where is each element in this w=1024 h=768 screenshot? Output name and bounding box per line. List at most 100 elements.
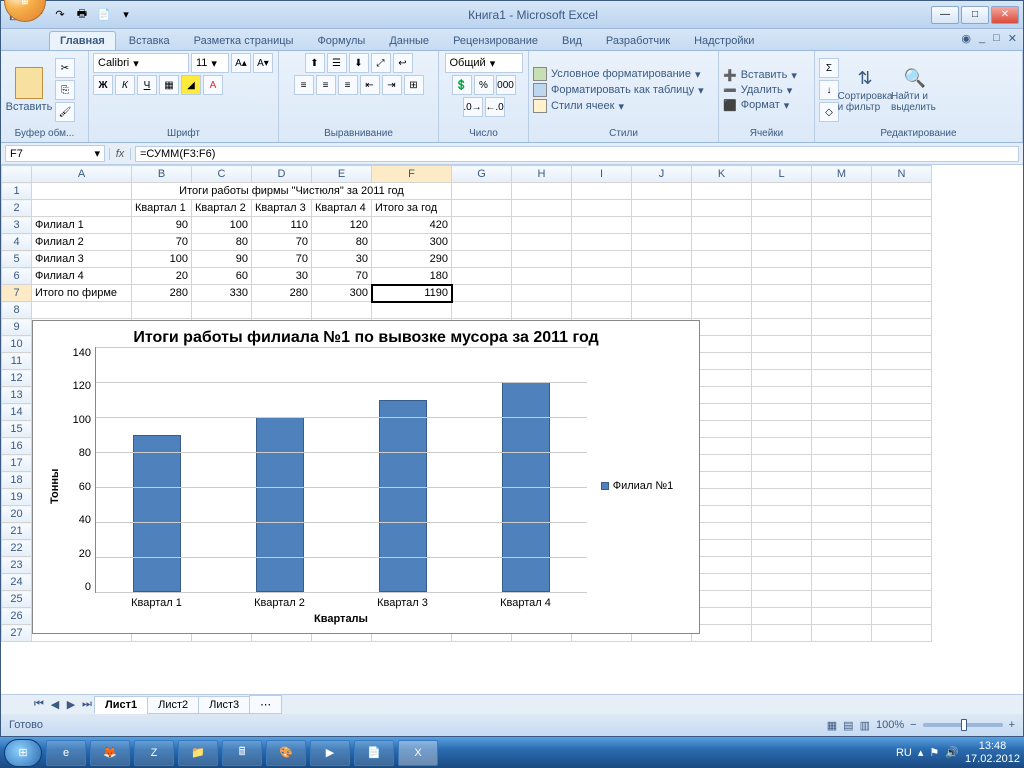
- cell[interactable]: [192, 302, 252, 319]
- cell[interactable]: [692, 336, 752, 353]
- row-header-9[interactable]: 9: [2, 319, 32, 336]
- col-header-F[interactable]: F: [372, 166, 452, 183]
- cell[interactable]: [752, 234, 812, 251]
- shrink-font-icon[interactable]: A▾: [253, 53, 273, 73]
- zoom-level[interactable]: 100%: [876, 719, 904, 731]
- cell[interactable]: [752, 421, 812, 438]
- cell[interactable]: [872, 625, 932, 642]
- align-top-icon[interactable]: ⬆: [305, 53, 325, 73]
- cell[interactable]: [872, 234, 932, 251]
- cell[interactable]: [812, 353, 872, 370]
- underline-button[interactable]: Ч: [137, 75, 157, 95]
- zoom-in-icon[interactable]: +: [1009, 719, 1015, 731]
- row-header-11[interactable]: 11: [2, 353, 32, 370]
- close-button[interactable]: ✕: [991, 6, 1019, 24]
- cell[interactable]: [872, 455, 932, 472]
- cell[interactable]: [512, 183, 572, 200]
- cell[interactable]: [692, 591, 752, 608]
- align-left-icon[interactable]: ≡: [294, 75, 314, 95]
- cell[interactable]: Квартал 4: [312, 200, 372, 217]
- cell[interactable]: [812, 387, 872, 404]
- cell[interactable]: [872, 217, 932, 234]
- tray-lang[interactable]: RU: [896, 747, 912, 759]
- cell[interactable]: [632, 234, 692, 251]
- cell[interactable]: [812, 234, 872, 251]
- cell[interactable]: [752, 438, 812, 455]
- cell[interactable]: 70: [312, 268, 372, 285]
- row-header-16[interactable]: 16: [2, 438, 32, 455]
- col-header-B[interactable]: B: [132, 166, 192, 183]
- cell[interactable]: [872, 574, 932, 591]
- cell-styles-button[interactable]: Стили ячеек ▾: [533, 99, 704, 113]
- cell[interactable]: [812, 489, 872, 506]
- cell[interactable]: [752, 455, 812, 472]
- cell[interactable]: [692, 625, 752, 642]
- sheet-tab-1[interactable]: Лист1: [94, 696, 148, 714]
- percent-icon[interactable]: %: [474, 75, 494, 95]
- find-select-button[interactable]: 🔍 Найти и выделить: [891, 68, 939, 113]
- cell[interactable]: [572, 302, 632, 319]
- col-header-M[interactable]: M: [812, 166, 872, 183]
- tray-flag-icon[interactable]: ⚑: [929, 746, 939, 759]
- row-header-10[interactable]: 10: [2, 336, 32, 353]
- increase-decimal-icon[interactable]: .0→: [463, 97, 483, 117]
- cell[interactable]: 300: [312, 285, 372, 302]
- cell[interactable]: [752, 251, 812, 268]
- cell[interactable]: 180: [372, 268, 452, 285]
- align-right-icon[interactable]: ≡: [338, 75, 358, 95]
- merge-icon[interactable]: ⊞: [404, 75, 424, 95]
- align-bottom-icon[interactable]: ⬇: [349, 53, 369, 73]
- cell[interactable]: [252, 302, 312, 319]
- cell[interactable]: [752, 540, 812, 557]
- cell[interactable]: [872, 319, 932, 336]
- print-icon[interactable]: 🖶: [73, 6, 91, 24]
- cell[interactable]: [812, 319, 872, 336]
- cell[interactable]: [692, 251, 752, 268]
- col-header-A[interactable]: A: [32, 166, 132, 183]
- cell[interactable]: [812, 200, 872, 217]
- row-header-2[interactable]: 2: [2, 200, 32, 217]
- tab-view[interactable]: Вид: [551, 31, 593, 50]
- cell[interactable]: [812, 336, 872, 353]
- cell[interactable]: [872, 251, 932, 268]
- col-header-C[interactable]: C: [192, 166, 252, 183]
- cell[interactable]: [812, 540, 872, 557]
- cell[interactable]: 70: [132, 234, 192, 251]
- cell[interactable]: [692, 404, 752, 421]
- cell[interactable]: [692, 183, 752, 200]
- col-header-H[interactable]: H: [512, 166, 572, 183]
- sort-filter-button[interactable]: ⇅ Сортировка и фильтр: [841, 68, 889, 113]
- cell[interactable]: [512, 200, 572, 217]
- row-header-22[interactable]: 22: [2, 540, 32, 557]
- cell[interactable]: [812, 268, 872, 285]
- cell[interactable]: [752, 336, 812, 353]
- cell[interactable]: [452, 183, 512, 200]
- align-center-icon[interactable]: ≡: [316, 75, 336, 95]
- zoom-slider[interactable]: [923, 723, 1003, 727]
- cell[interactable]: 70: [252, 234, 312, 251]
- cell[interactable]: [752, 302, 812, 319]
- row-header-27[interactable]: 27: [2, 625, 32, 642]
- cell[interactable]: [752, 472, 812, 489]
- row-header-7[interactable]: 7: [2, 285, 32, 302]
- row-header-18[interactable]: 18: [2, 472, 32, 489]
- cell[interactable]: [692, 489, 752, 506]
- cell[interactable]: 80: [312, 234, 372, 251]
- doc-close-icon[interactable]: ✕: [1008, 32, 1017, 45]
- cell[interactable]: [692, 472, 752, 489]
- cell[interactable]: [572, 251, 632, 268]
- tray-show-hidden-icon[interactable]: ▴: [918, 746, 924, 759]
- row-header-3[interactable]: 3: [2, 217, 32, 234]
- maximize-button[interactable]: □: [961, 6, 989, 24]
- cell[interactable]: [812, 472, 872, 489]
- sheet-tab-new[interactable]: ⋯: [249, 695, 282, 714]
- ribbon-minimize-icon[interactable]: _: [979, 32, 985, 45]
- cell[interactable]: Филиал 2: [32, 234, 132, 251]
- tray-date[interactable]: 17.02.2012: [965, 753, 1020, 765]
- cell[interactable]: [872, 285, 932, 302]
- cell[interactable]: [572, 183, 632, 200]
- delete-cells-button[interactable]: ➖ Удалить ▾: [723, 84, 797, 97]
- cell[interactable]: [572, 200, 632, 217]
- cell[interactable]: [692, 302, 752, 319]
- grow-font-icon[interactable]: A▴: [231, 53, 251, 73]
